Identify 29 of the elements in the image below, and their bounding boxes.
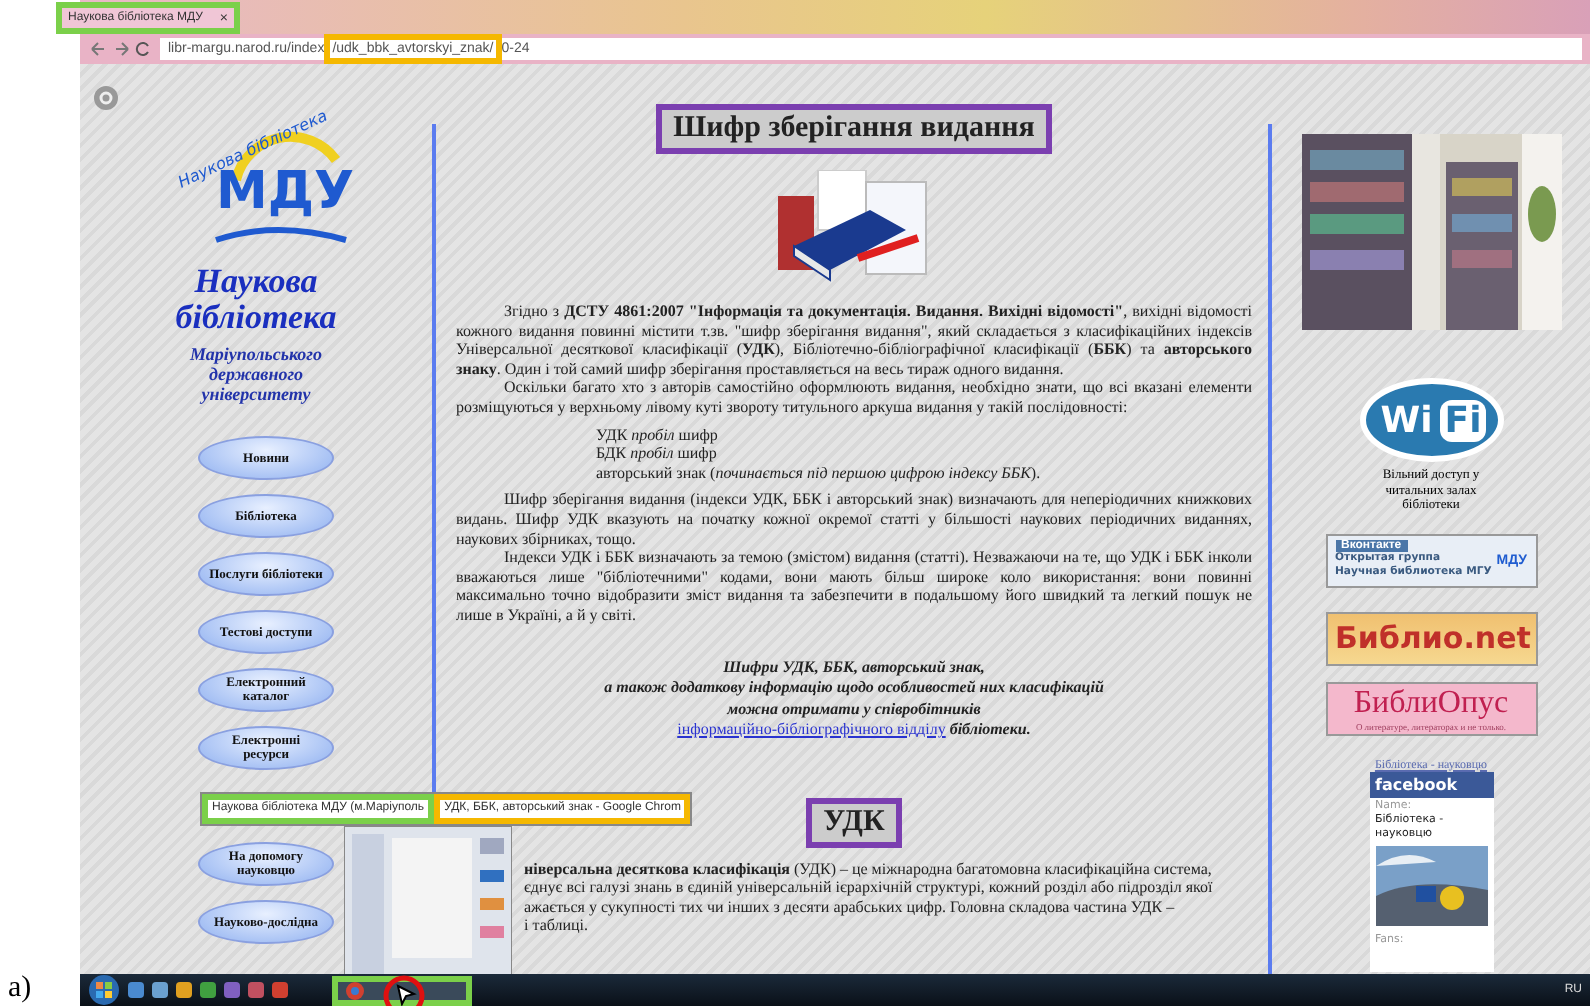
browser-icon xyxy=(346,981,364,999)
figure-label: a) xyxy=(6,970,34,1006)
cursor-icon xyxy=(382,973,426,1005)
sequence-line: УДК пробіл шифр xyxy=(596,425,720,445)
note-line: а також додаткову інформацію щодо особливостей них класифікацій xyxy=(604,678,1104,699)
note-line: Шифри УДК, ББК, авторський знак, xyxy=(721,657,987,678)
start-button[interactable] xyxy=(88,974,120,1006)
sequence-line: авторський знак (починається під першою цифрою індексу ББК). xyxy=(596,463,1041,483)
body-paragraph: Оскільки багато хто з авторів самостійно оформлюють видання, необхідно знати, що всі вказані елементи розміщуються у верхньому лівому куті звороту титульного аркуша видання у такій послідовності: xyxy=(456,378,1252,418)
taskbar-button[interactable] xyxy=(332,975,472,1005)
page-heading: Шифр зберігання видання xyxy=(655,104,1053,154)
wifi-logo: Wi Fi xyxy=(1359,378,1503,462)
note-line: бібліотеки. xyxy=(949,720,1031,738)
sequence-line: БДК пробіл шифр xyxy=(596,444,719,464)
body-line: і таблиці. xyxy=(522,916,591,936)
body-paragraph: Індекси УДК і ББК визначають за темою (змістом) видання (статті). Незважаючи на те, що УДК і ББК інколи вважаються лише "бібліотечними" кодами, вони мають більш широке коло використання: вони повинні максимально точно відобразити зміст видання та забезпечити в подальшому його швидкий та легкий пошук не лише в Україні, а й у світі. xyxy=(456,548,1252,625)
settings-icon[interactable] xyxy=(92,84,120,112)
body-paragraph: Згідно з ДСТУ 4861:2007 "Інформація та документація. Видання. Вихідні відомості", вихідні відомості кожного видання повинні містити т.зв. "шифр зберігання видання", який складається з класифікаційних індексів Універсальної десяткової класифікації (УДК), Бібліотечно-бібліографічної класифікації (ББК) та авторського знаку. Один і той самий шифр зберігання проставляється на весь тираж одного видання. xyxy=(456,302,1252,379)
body-line: ажається у сукупності тих чи інших з десяти арабських цифр. Головна складова частина УДК – xyxy=(522,897,1177,917)
department-link[interactable]: інформаційно-бібліографічного відділу xyxy=(677,720,946,738)
navigation-icon[interactable] xyxy=(88,40,152,58)
section-heading: УДК xyxy=(805,797,903,847)
library-title: Наукова бібліотека xyxy=(173,264,339,336)
body-line: ніверсальна десяткова класифікація (УДК) – це міжнародна багатомовна класифікаційна система, xyxy=(522,859,1214,879)
note-line: можна отримати у співробітників xyxy=(724,699,983,720)
library-subtitle: Маріупольського державного університету xyxy=(187,344,325,404)
body-line: єднує всі галузі знань в єдиній універсальній ієрархічній структурі, кожний розділ або підрозділ якої xyxy=(522,878,1215,898)
body-paragraph: Шифр зберігання видання (індекси УДК, ББК і авторський знак) визначають для неперіодичних книжкових видань. Шифр УДК вказують на початку кожної окремої статті у більшості наукових періодичних виданнях, наукових збірниках, тощо. xyxy=(456,490,1252,549)
biblionet-banner[interactable]: Библио.net xyxy=(1325,611,1537,665)
